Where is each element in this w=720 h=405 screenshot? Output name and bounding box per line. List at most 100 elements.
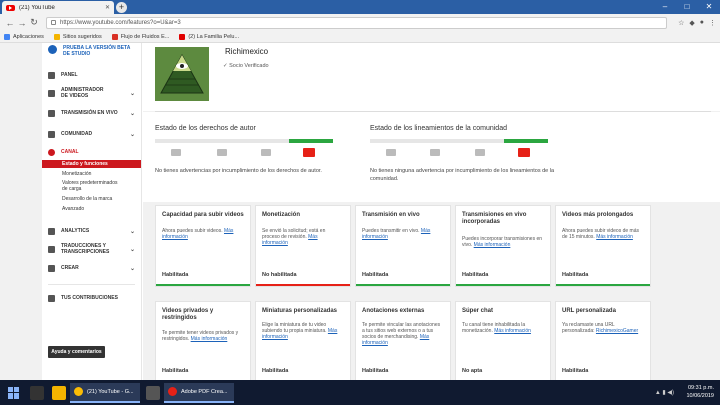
feature-status: Habilitada [562, 368, 589, 374]
gear-icon [48, 45, 57, 54]
clock-date: 10/06/2019 [686, 393, 714, 399]
clock[interactable]: 09:31 p.m. 10/06/2019 [686, 384, 714, 400]
sidebar-item-create[interactable]: CREAR ⌄ [42, 260, 141, 276]
reload-icon[interactable]: ↻ [28, 17, 40, 28]
more-info-link[interactable]: Más información [191, 336, 228, 342]
channel-icon [48, 148, 55, 156]
new-tab-button[interactable]: + [116, 2, 127, 13]
copyright-track [155, 139, 333, 143]
sidebar-item-contributions[interactable]: TUS CONTRIBUCIONES [42, 291, 141, 305]
more-info-link[interactable]: Más información [474, 242, 511, 248]
chrome-icon [74, 387, 83, 396]
community-description: No tienes ninguna advertencia por incump… [370, 168, 555, 182]
sidebar-subitem-status[interactable]: Estado y funciones [42, 160, 141, 168]
extension-icon[interactable]: ◆ [689, 19, 694, 27]
feature-card-monetization: Monetización Se envió la solicitud; está… [255, 205, 351, 287]
create-icon [48, 264, 55, 272]
video-manager-icon [48, 89, 55, 97]
sidebar-item-community[interactable]: COMUNIDAD ⌄ [42, 123, 141, 145]
translate-icon [48, 245, 55, 253]
adobe-icon [168, 387, 177, 396]
address-bar[interactable]: https://www.youtube.com/features?o=U&ar=… [46, 16, 668, 29]
feature-card-custom-url: URL personalizada Ya reclamaste una URL … [555, 301, 651, 380]
star-icon[interactable]: ☆ [678, 19, 684, 27]
strike-face-icon [430, 149, 440, 156]
sidebar-item-video-manager[interactable]: ADMINISTRADOR DE VIDEOS ⌄ [42, 83, 141, 103]
main-content: Richimexico ✓ Socio Verificado Estado de… [143, 43, 720, 380]
verified-badge: ✓ Socio Verificado [223, 63, 269, 69]
bookmark-suggested[interactable]: Sitios sugeridos [53, 33, 102, 40]
apps-icon [4, 33, 10, 40]
feature-card-super-chat: Súper chat Tu canal tiene inhabilitada l… [455, 301, 551, 380]
sidebar-subitem-upload-defaults[interactable]: Valores predeterminados de carga [42, 180, 122, 192]
feature-status: Habilitada [562, 272, 589, 278]
sidebar-item-channel[interactable]: CANAL [42, 145, 141, 159]
strike-face-icon [171, 149, 181, 156]
clock-time: 09:31 p.m. [688, 385, 714, 391]
start-button[interactable] [8, 386, 20, 399]
status-bar [156, 284, 250, 286]
browser-tab[interactable]: (21) YouTube ✕ [2, 1, 114, 14]
sidebar-item-translations[interactable]: TRADUCCIONES Y TRANSCRIPCIONES ⌄ [42, 238, 141, 260]
sidebar-item-panel[interactable]: PANEL [42, 67, 141, 83]
maximize-icon[interactable]: □ [676, 1, 698, 13]
status-bar [556, 284, 650, 286]
chevron-down-icon: ⌄ [129, 228, 135, 235]
bookmark-fluids[interactable]: Flujo de Fluidos E... [111, 33, 169, 40]
close-window-icon[interactable]: ✕ [698, 1, 720, 13]
sidebar-item-analytics[interactable]: ANALYTICS ⌄ [42, 224, 141, 238]
chevron-down-icon: ⌄ [129, 90, 135, 97]
copyright-title: Estado de los derechos de autor [155, 125, 256, 132]
taskbar-window-chrome[interactable]: (21) YouTube - G... [70, 382, 140, 403]
file-explorer-icon[interactable] [52, 385, 66, 400]
url-text: https://www.youtube.com/features?o=U&ar=… [60, 19, 181, 26]
feature-status: No habilitada [262, 272, 297, 278]
feature-status: Habilitada [362, 272, 389, 278]
browser-tabbar: (21) YouTube ✕ + – □ ✕ [0, 0, 720, 14]
app-icon[interactable] [146, 385, 160, 400]
more-info-link[interactable]: Más información [596, 234, 633, 240]
bookmark-apps[interactable]: Aplicaciones [4, 33, 44, 40]
strike-face-icon [386, 149, 396, 156]
beta-label: PRUEBA LA VERSIÓN BETA DE STUDIO [63, 45, 131, 57]
channel-avatar[interactable] [155, 47, 209, 101]
youtube-favicon-icon [6, 4, 15, 11]
feature-card-external-annotations: Anotaciones externas Te permite vincular… [355, 301, 451, 380]
forward-icon[interactable]: → [16, 18, 28, 28]
channel-name: Richimexico [225, 47, 269, 56]
back-icon[interactable]: ← [4, 18, 16, 28]
sidebar-subitem-monetization[interactable]: Monetización [42, 171, 141, 177]
star-app-icon[interactable] [30, 385, 44, 400]
good-standing-face-icon [303, 148, 315, 157]
chevron-down-icon: ⌄ [129, 110, 135, 117]
menu-icon[interactable]: ⋮ [709, 19, 716, 27]
live-icon [48, 109, 55, 117]
taskbar-window-adobe[interactable]: Adobe PDF Crea... [164, 382, 234, 403]
feature-card-live: Transmisión en vivo Puedes transmitir en… [355, 205, 451, 287]
beta-studio-link[interactable]: PRUEBA LA VERSIÓN BETA DE STUDIO [42, 43, 141, 61]
feature-status: No apta [462, 368, 483, 374]
community-ok-segment [504, 139, 548, 143]
community-icon [48, 130, 55, 138]
feature-card-longer-videos: Videos más prolongados Ahora puedes subi… [555, 205, 651, 287]
sidebar-item-live[interactable]: TRANSMISIÓN EN VIVO ⌄ [42, 103, 141, 123]
pyramid-eye-icon [155, 47, 209, 101]
custom-url-link[interactable]: RichimexicoGamer [596, 328, 638, 334]
tab-close-icon[interactable]: ✕ [105, 4, 110, 11]
bookmark-family[interactable]: (2) La Familia Pelu... [179, 33, 239, 40]
minimize-icon[interactable]: – [654, 1, 676, 13]
feature-card-private-videos: Videos privados y restringidos Te permit… [155, 301, 251, 380]
feature-card-custom-thumbnails: Miniaturas personalizadas Elige la minia… [255, 301, 351, 380]
profile-icon[interactable]: ● [700, 19, 704, 26]
feature-card-upload: Capacidad para subir videos Ahora puedes… [155, 205, 251, 287]
feedback-button[interactable]: Ayuda y comentarios [48, 346, 105, 358]
sidebar-subitem-branding[interactable]: Desarrollo de la marca [42, 196, 141, 202]
system-tray-icons[interactable]: ▲ ▮ ◀) [655, 389, 674, 396]
strike-face-icon [261, 149, 271, 156]
good-standing-face-icon [518, 148, 530, 157]
feature-status: Habilitada [162, 368, 189, 374]
sidebar-subitem-advanced[interactable]: Avanzado [42, 206, 141, 212]
page: PRUEBA LA VERSIÓN BETA DE STUDIO PANEL A… [0, 43, 720, 380]
page-gutter [0, 43, 42, 380]
more-info-link[interactable]: Más información [494, 328, 531, 334]
